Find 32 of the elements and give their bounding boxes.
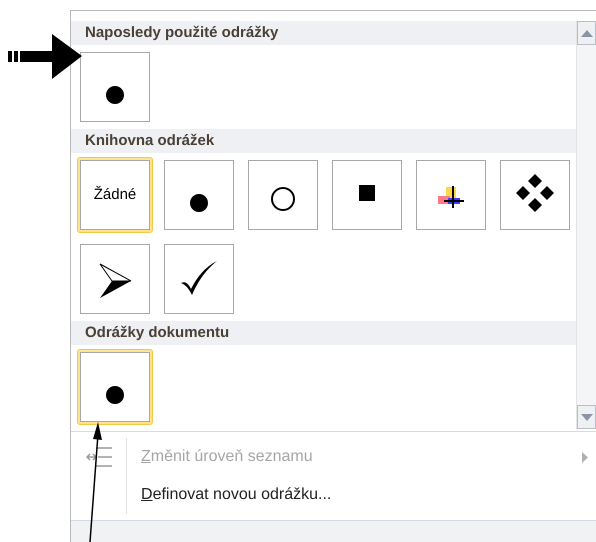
bullet-option[interactable] [413, 157, 489, 233]
section-header: Odrážky dokumentu [71, 321, 576, 345]
scrollbar[interactable] [576, 21, 596, 429]
bullet-option[interactable] [161, 157, 237, 233]
bullet-option[interactable] [77, 49, 153, 125]
dot-icon [189, 193, 209, 213]
section-header: Naposledy použité odrážky [71, 21, 576, 45]
menu-item-label: Definovat novou odrážku... [141, 485, 332, 505]
scroll-down-button[interactable] [577, 405, 596, 429]
bullet-option[interactable] [77, 349, 153, 425]
bullet-option[interactable] [77, 241, 153, 317]
diamonds-icon [515, 173, 555, 213]
bullet-option[interactable] [497, 157, 573, 233]
dot-icon [105, 385, 125, 405]
bullet-option[interactable] [329, 157, 405, 233]
square-icon [359, 185, 375, 201]
menu-item-label: Změnit úroveň seznamu [141, 447, 314, 467]
section-header: Knihovna odrážek [71, 129, 576, 153]
bullet-label: Žádné [94, 184, 136, 205]
scroll-up-button[interactable] [577, 21, 596, 45]
arrowhead-icon [98, 263, 132, 299]
menu-item[interactable]: Definovat novou odrážku... [71, 476, 596, 514]
up-arrow-icon [580, 30, 592, 36]
dot-icon [105, 85, 125, 105]
down-arrow-icon [580, 414, 592, 420]
bullet-option[interactable] [161, 241, 237, 317]
bullet-option[interactable] [245, 157, 321, 233]
cross-icon [438, 186, 464, 208]
circle-icon [270, 186, 296, 212]
submenu-arrow-icon [582, 452, 588, 462]
list-level-icon [86, 446, 112, 468]
bullet-option[interactable]: Žádné [77, 157, 153, 233]
